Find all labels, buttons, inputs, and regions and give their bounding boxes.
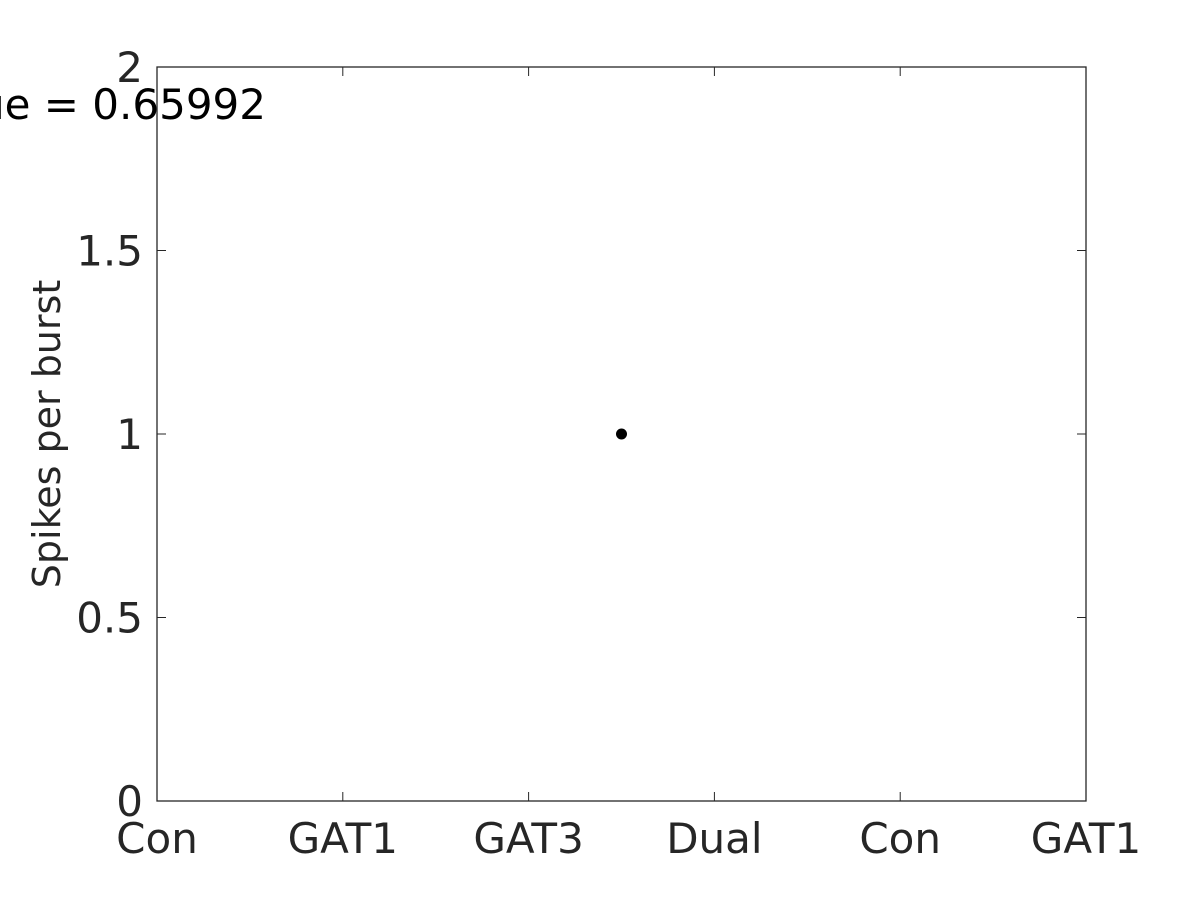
x-tick-label: GAT1 [1031,814,1141,863]
chart-title: ue = 0.65992 [0,80,266,129]
x-tick-labels: Con GAT1 GAT3 Dual Con GAT1 [116,814,1141,863]
data-point [616,428,627,440]
y-tick-label: 1 [116,410,143,459]
x-tick-label: Dual [666,814,762,863]
y-tick-label: 0 [116,777,143,826]
y-axis-label: Spikes per burst [25,280,69,588]
x-tick-label: Con [859,814,941,863]
y-tick-labels: 00.511.52 [76,43,143,826]
y-tick-label: 1.5 [76,227,143,276]
y-tick-label: 0.5 [76,594,143,643]
chart: Con GAT1 GAT3 Dual Con GAT1 00.511.52 Spikes … [0,43,1141,863]
x-tick-label: GAT1 [288,814,398,863]
data-points [616,428,627,440]
x-tick-label: GAT3 [473,814,583,863]
